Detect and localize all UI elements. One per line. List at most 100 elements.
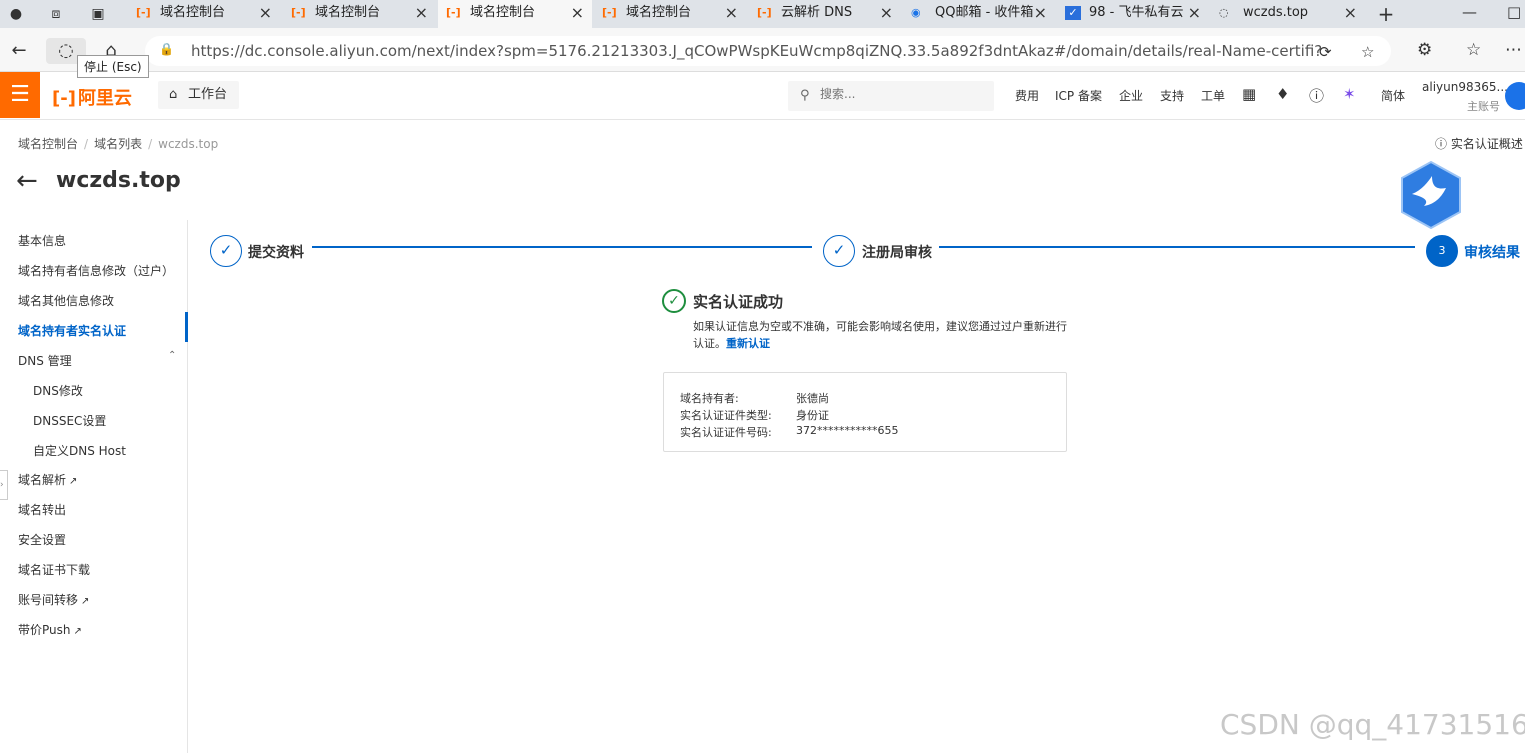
workbench-button[interactable]: ⌂ 工作台 bbox=[158, 81, 240, 109]
sidebar-item-holder-transfer[interactable]: 域名持有者信息修改（过户） bbox=[18, 262, 174, 279]
overview-label: 实名认证概述 bbox=[1450, 137, 1523, 151]
browser-tab-active[interactable]: [-] 域名控制台 × bbox=[438, 0, 592, 28]
browser-tab[interactable]: [-] 域名控制台 × bbox=[283, 0, 436, 28]
favorites-icon[interactable]: ☆ bbox=[1466, 40, 1481, 60]
step-3-label: 审核结果 bbox=[1464, 245, 1520, 261]
sidebar-item-basic-info[interactable]: 基本信息 bbox=[18, 232, 66, 249]
minimize-icon[interactable]: — bbox=[1462, 3, 1477, 21]
terminal-icon[interactable]: ▦ bbox=[1242, 85, 1256, 103]
tab-close-icon[interactable]: × bbox=[415, 0, 428, 26]
info-value: 张德尚 bbox=[796, 392, 829, 405]
sidebar-item-dns-modify[interactable]: DNS修改 bbox=[33, 382, 83, 399]
browser-tab[interactable]: [-] 域名控制台 × bbox=[128, 0, 280, 28]
certification-info-card: 域名持有者: 张德尚 实名认证证件类型: 身份证 实名认证证件号码: 372**… bbox=[663, 372, 1067, 452]
language-switch[interactable]: 简体 bbox=[1381, 87, 1405, 104]
tab-close-icon[interactable]: × bbox=[1344, 0, 1357, 26]
sidebar-collapse-handle[interactable]: › bbox=[0, 470, 8, 500]
step-3-circle: 3 bbox=[1426, 235, 1458, 267]
sidebar: 基本信息 域名持有者信息修改（过户） 域名其他信息修改 域名持有者实名认证 DN… bbox=[0, 220, 188, 753]
new-tab-icon[interactable]: + bbox=[1376, 4, 1396, 24]
realname-overview-link[interactable]: ⓘ 实名认证概述 bbox=[1435, 135, 1523, 152]
bell-icon[interactable]: ♦ bbox=[1276, 85, 1289, 103]
sidebar-item-dns-resolve[interactable]: 域名解析 ↗ bbox=[18, 471, 77, 488]
back-arrow-icon[interactable]: ← bbox=[6, 38, 32, 64]
step-1-check-icon: ✓ bbox=[210, 235, 242, 267]
stop-tooltip: 停止 (Esc) bbox=[77, 55, 149, 78]
edge-app-icon[interactable]: ⟳ bbox=[1319, 43, 1332, 61]
nav-enterprise[interactable]: 企业 bbox=[1119, 87, 1143, 104]
question-icon: ⓘ bbox=[1435, 137, 1451, 151]
external-link-icon: ↗ bbox=[73, 626, 82, 637]
tab-close-icon[interactable]: × bbox=[725, 0, 738, 26]
restore-icon[interactable]: □ bbox=[1507, 3, 1521, 21]
sidebar-item-label: 账号间转移 bbox=[18, 593, 79, 607]
nav-support[interactable]: 支持 bbox=[1160, 87, 1184, 104]
bird-badge-icon bbox=[1401, 160, 1461, 230]
tab-close-icon[interactable]: × bbox=[571, 0, 584, 26]
breadcrumb-link[interactable]: 域名列表 bbox=[94, 137, 142, 151]
qqmail-favicon-icon: ◉ bbox=[911, 6, 921, 19]
tab-title: wczds.top bbox=[1243, 5, 1309, 20]
nav-ticket[interactable]: 工单 bbox=[1201, 87, 1225, 104]
sidebar-item-security[interactable]: 安全设置 bbox=[18, 531, 66, 548]
sidebar-item-custom-dns-host[interactable]: 自定义DNS Host bbox=[33, 442, 126, 459]
tab-close-icon[interactable]: × bbox=[1188, 0, 1201, 26]
sidebar-item-other-info[interactable]: 域名其他信息修改 bbox=[18, 292, 114, 309]
chevron-up-icon[interactable]: ⌃ bbox=[168, 350, 176, 361]
active-indicator bbox=[185, 312, 188, 342]
tab-close-icon[interactable]: × bbox=[1034, 0, 1047, 26]
tab-title: 域名控制台 bbox=[315, 5, 381, 20]
step-1-label: 提交资料 bbox=[248, 245, 304, 261]
url-text[interactable]: https://dc.console.aliyun.com/next/index… bbox=[191, 42, 1321, 60]
browser-tab[interactable]: ✓ 98 - 飞牛私有云 × bbox=[1057, 0, 1209, 28]
browser-tab[interactable]: ◉ QQ邮箱 - 收件箱 × bbox=[903, 0, 1055, 28]
search-box[interactable]: ⚲ bbox=[788, 81, 994, 111]
browser-tab[interactable]: [-] 云解析 DNS × bbox=[749, 0, 901, 28]
reverify-link[interactable]: 重新认证 bbox=[726, 337, 770, 350]
extensions-icon[interactable]: ⚙ bbox=[1417, 40, 1432, 60]
browser-tab[interactable]: [-] 域名控制台 × bbox=[594, 0, 746, 28]
external-link-icon: ↗ bbox=[81, 596, 90, 607]
browser-tab[interactable]: ◌ wczds.top × bbox=[1211, 0, 1365, 28]
sidebar-item-account-transfer[interactable]: 账号间转移 ↗ bbox=[18, 591, 89, 608]
logo-text: 阿里云 bbox=[77, 88, 132, 109]
account-menu[interactable]: aliyun98365... 主账号 bbox=[1422, 80, 1508, 113]
fnos-favicon-icon: ✓ bbox=[1065, 6, 1081, 20]
menu-icon[interactable]: ☰ bbox=[0, 72, 40, 118]
result-title: 实名认证成功 bbox=[693, 293, 784, 311]
browser-address-bar: ← ◌ ⌂ 🔒 https://dc.console.aliyun.com/ne… bbox=[0, 28, 1525, 72]
tab-title: 域名控制台 bbox=[470, 5, 536, 20]
tab-close-icon[interactable]: × bbox=[880, 0, 893, 26]
avatar[interactable] bbox=[1505, 82, 1525, 110]
info-label: 实名认证证件类型: bbox=[680, 409, 772, 422]
nav-icp[interactable]: ICP 备案 bbox=[1055, 87, 1102, 104]
back-arrow-icon[interactable]: ← bbox=[16, 166, 38, 196]
search-input[interactable] bbox=[820, 87, 980, 101]
ai-assistant-icon[interactable]: ✶ bbox=[1343, 85, 1356, 103]
aliyun-favicon-icon: [-] bbox=[291, 6, 306, 19]
more-icon[interactable]: ⋯ bbox=[1505, 40, 1522, 60]
info-row-id-type: 实名认证证件类型: 身份证 bbox=[680, 407, 829, 423]
sidebar-item-dnssec[interactable]: DNSSEC设置 bbox=[33, 412, 106, 429]
aliyun-favicon-icon: [-] bbox=[446, 6, 461, 19]
help-icon[interactable]: ⓘ bbox=[1309, 85, 1324, 106]
sidebar-item-paid-push[interactable]: 带价Push ↗ bbox=[18, 621, 82, 638]
sidebar-item-label: 域名解析 bbox=[18, 473, 67, 487]
lock-icon[interactable]: 🔒 bbox=[159, 42, 175, 58]
breadcrumb-link[interactable]: 域名控制台 bbox=[18, 137, 78, 151]
tab-close-icon[interactable]: × bbox=[259, 0, 272, 26]
aliyun-logo[interactable]: [-] 阿里云 bbox=[52, 84, 132, 110]
info-label: 域名持有者: bbox=[680, 392, 739, 405]
nav-fees[interactable]: 费用 bbox=[1015, 87, 1039, 104]
sidebar-item-transfer-out[interactable]: 域名转出 bbox=[18, 501, 66, 518]
profile-icon[interactable]: ● bbox=[6, 4, 26, 24]
workspaces-icon[interactable]: ⧈ bbox=[46, 4, 66, 24]
url-bar[interactable]: 🔒 https://dc.console.aliyun.com/next/ind… bbox=[145, 36, 1391, 66]
favorite-star-icon[interactable]: ☆ bbox=[1361, 43, 1374, 61]
sidebar-item-cert-download[interactable]: 域名证书下载 bbox=[18, 561, 90, 578]
sidebar-item-dns-manage[interactable]: DNS 管理 bbox=[18, 352, 72, 369]
step-connector bbox=[939, 246, 1415, 248]
breadcrumb-separator: / bbox=[148, 137, 153, 151]
tab-actions-icon[interactable]: ▣ bbox=[88, 4, 108, 24]
sidebar-item-realname[interactable]: 域名持有者实名认证 bbox=[18, 322, 126, 339]
